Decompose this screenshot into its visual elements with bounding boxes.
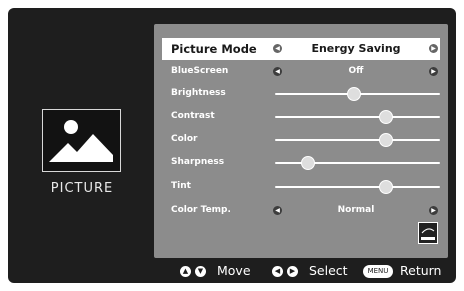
menu-item-label: Tint [171, 181, 191, 191]
arrow-right-icon[interactable]: ▶ [429, 206, 438, 215]
left-arrow-icon: ◀ [272, 266, 283, 277]
menu-item-label: Sharpness [171, 157, 225, 167]
menu-item-color-temp[interactable]: Color Temp. ◀ Normal ▶ [162, 201, 440, 221]
menu-item-contrast[interactable]: Contrast [162, 107, 440, 127]
menu-item-label: Brightness [171, 88, 226, 98]
menu-item-bluescreen[interactable]: BlueScreen ◀ Off ▶ [162, 62, 440, 82]
right-arrow-icon: ▶ [287, 266, 298, 277]
menu-item-value: Energy Saving [311, 42, 401, 55]
arrow-left-icon[interactable]: ◀ [273, 206, 282, 215]
menu-item-label: Picture Mode [171, 42, 257, 56]
arrow-right-icon[interactable]: ▶ [429, 44, 438, 53]
select-hint: Select [309, 263, 348, 278]
menu-item-label: BlueScreen [171, 66, 229, 76]
slider-knob[interactable] [378, 180, 393, 194]
color-slider[interactable] [275, 133, 440, 147]
menu-item-brightness[interactable]: Brightness [162, 84, 440, 104]
up-arrow-icon: ▲ [180, 266, 191, 277]
tint-slider[interactable] [275, 180, 440, 194]
menu-item-label: Color Temp. [171, 205, 231, 215]
key-hint-bar: ▲ ▼ Move ◀ ▶ Select MENU Return [0, 262, 464, 282]
menu-item-label: Contrast [171, 111, 215, 121]
picture-icon [42, 109, 121, 172]
arrow-left-icon[interactable]: ◀ [273, 67, 282, 76]
category-label: PICTURE [50, 181, 114, 196]
brightness-slider[interactable] [275, 87, 440, 101]
menu-key-icon: MENU [363, 265, 393, 278]
picture-menu-panel: Picture Mode ◀ Energy Saving ▶ BlueScree… [154, 24, 448, 258]
menu-item-sharpness[interactable]: Sharpness [162, 153, 440, 173]
slider-knob[interactable] [378, 133, 393, 147]
move-hint: Move [217, 263, 251, 278]
menu-item-value: Normal [337, 205, 375, 215]
down-arrow-icon: ▼ [195, 266, 206, 277]
sharpness-slider[interactable] [275, 156, 440, 170]
menu-item-label: Color [171, 134, 198, 144]
arrow-right-icon[interactable]: ▶ [429, 67, 438, 76]
contrast-slider[interactable] [275, 110, 440, 124]
energy-star-logo-icon [418, 222, 438, 244]
return-hint: Return [400, 263, 442, 278]
menu-item-tint[interactable]: Tint [162, 177, 440, 197]
slider-knob[interactable] [347, 87, 362, 101]
menu-item-value: Off [348, 66, 364, 76]
menu-item-color[interactable]: Color [162, 130, 440, 150]
menu-item-picture-mode[interactable]: Picture Mode ◀ Energy Saving ▶ [162, 38, 440, 60]
slider-knob[interactable] [378, 110, 393, 124]
arrow-left-icon[interactable]: ◀ [273, 44, 282, 53]
slider-knob[interactable] [301, 156, 315, 170]
